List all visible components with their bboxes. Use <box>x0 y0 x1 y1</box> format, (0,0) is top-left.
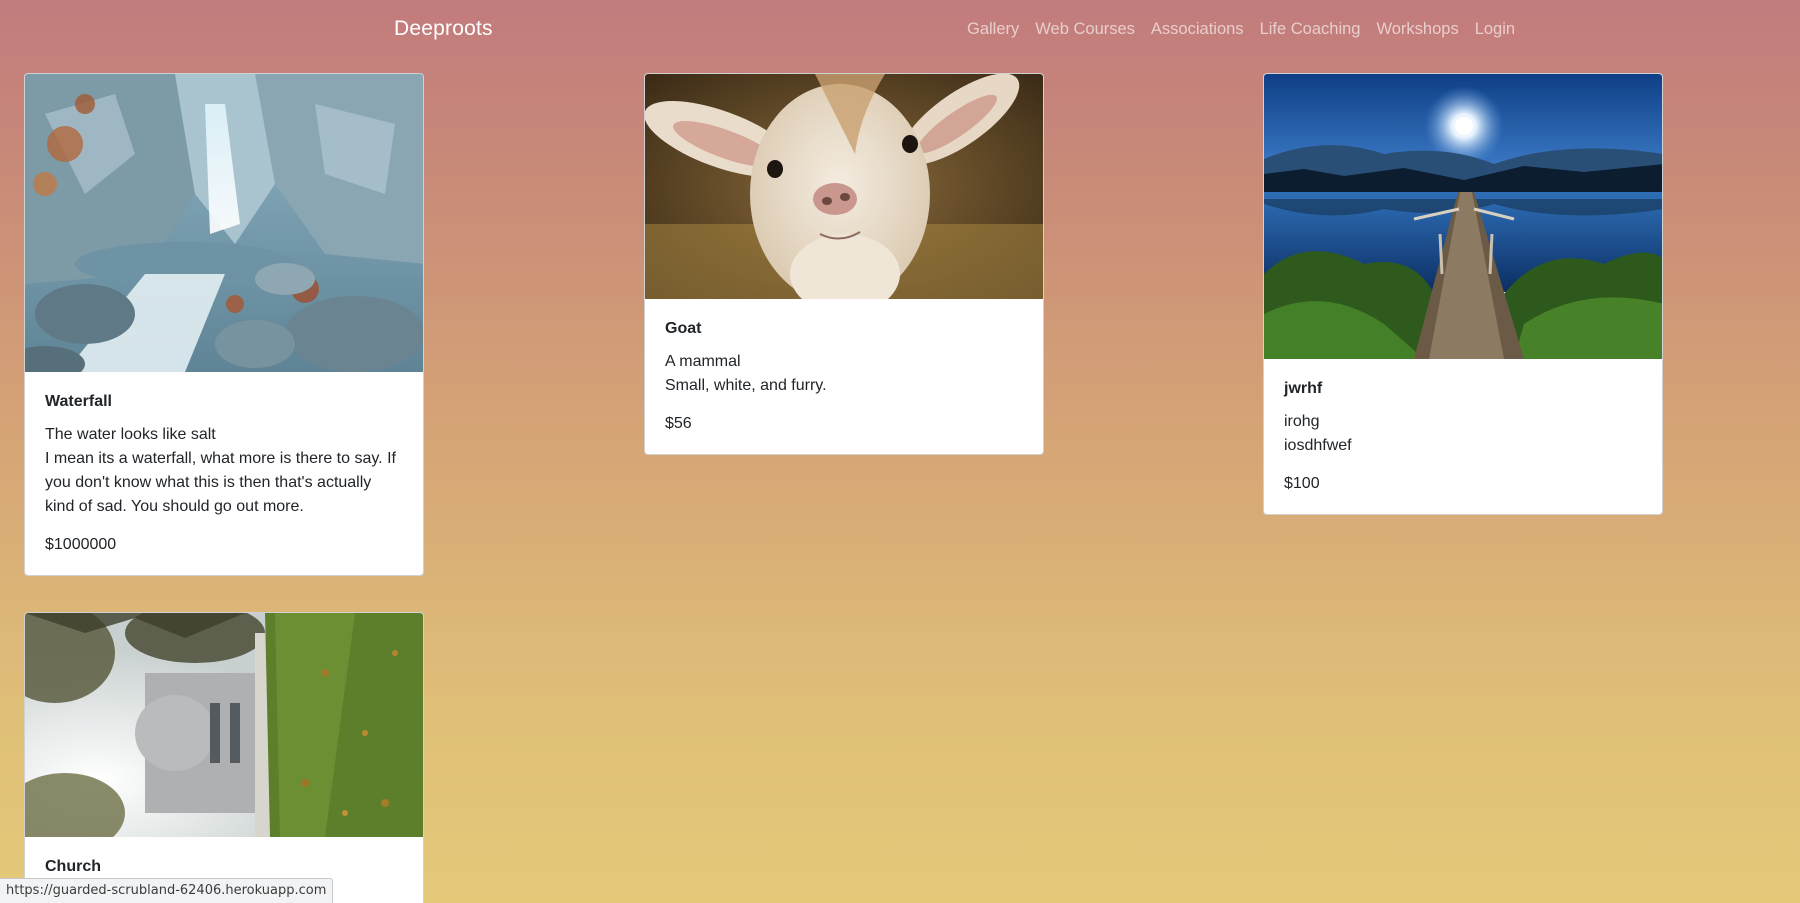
card-description-line1: irohg <box>1284 413 1320 431</box>
card-title: Goat <box>665 320 702 337</box>
nav-link-associations[interactable]: Associations <box>1151 20 1244 39</box>
card-price: $56 <box>665 415 692 433</box>
nav-link-workshops[interactable]: Workshops <box>1376 20 1458 39</box>
card-title: jwrhf <box>1284 380 1323 397</box>
nav-link-web-courses[interactable]: Web Courses <box>1035 20 1135 39</box>
card-description: A mammal Small, white, and furry. <box>665 350 1023 398</box>
card-price: $100 <box>1284 475 1320 493</box>
waterfall-photo <box>25 74 423 372</box>
card-body: Goat A mammal Small, white, and furry. $… <box>645 299 1043 454</box>
card-body: jwrhf irohg iosdhfwef $100 <box>1264 359 1662 514</box>
lake-dock-photo <box>1264 74 1662 359</box>
card-price: $1000000 <box>45 536 117 554</box>
product-card-waterfall[interactable]: Waterfall The water looks like salt I me… <box>24 73 424 577</box>
nav-links: Gallery Web Courses Associations Life Co… <box>967 20 1531 39</box>
nav-link-life-coaching[interactable]: Life Coaching <box>1260 20 1361 39</box>
browser-status-bar: https://guarded-scrubland-62406.herokuap… <box>0 878 334 903</box>
card-description-line1: The water looks like salt <box>45 426 216 444</box>
card-description-line2: iosdhfwef <box>1284 437 1352 455</box>
page-background: Deeproots Gallery Web Courses Associatio… <box>0 0 1800 903</box>
card-description-line2: I mean its a waterfall, what more is the… <box>45 450 396 516</box>
brand-logo-link[interactable]: Deeproots <box>394 17 493 41</box>
card-description-line2: Small, white, and furry. <box>665 377 827 395</box>
card-title: Church <box>45 858 101 875</box>
card-description: The water looks like salt I mean its a w… <box>45 423 403 519</box>
product-card-jwrhf[interactable]: jwrhf irohg iosdhfwef $100 <box>1263 73 1663 516</box>
top-navbar: Deeproots Gallery Web Courses Associatio… <box>0 0 1800 58</box>
card-description-line1: A mammal <box>665 353 741 371</box>
product-card-church[interactable]: Church <box>24 612 424 903</box>
goat-photo <box>645 74 1043 299</box>
product-card-goat[interactable]: Goat A mammal Small, white, and furry. $… <box>644 73 1044 456</box>
nav-link-login[interactable]: Login <box>1475 20 1515 39</box>
card-title: Waterfall <box>45 393 112 410</box>
church-photo <box>25 613 423 837</box>
card-body: Waterfall The water looks like salt I me… <box>25 372 423 575</box>
nav-link-gallery[interactable]: Gallery <box>967 20 1019 39</box>
card-description: irohg iosdhfwef <box>1284 410 1642 458</box>
